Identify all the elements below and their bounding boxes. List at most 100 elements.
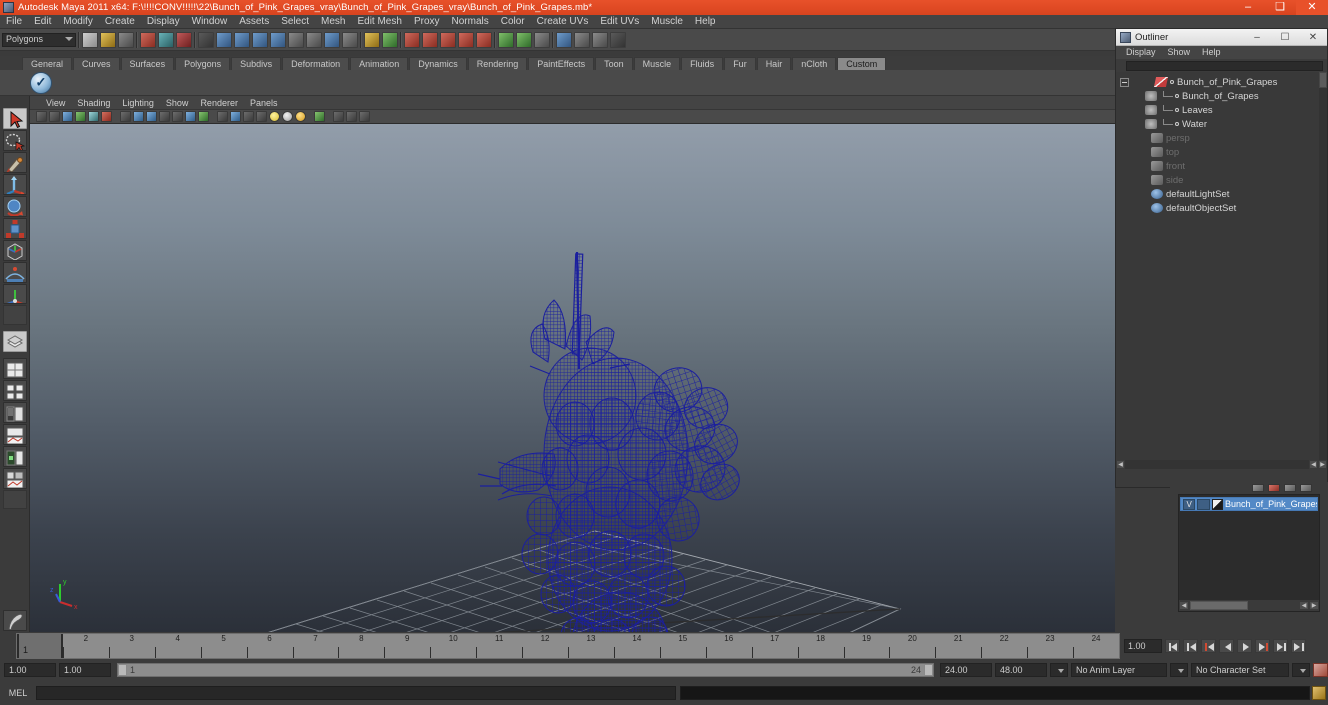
smooth-shade-selected-icon[interactable] (146, 111, 157, 122)
single-perspective-layout-button[interactable] (2, 357, 27, 379)
new-scene-icon[interactable] (82, 31, 98, 48)
maximize-button[interactable]: ❑ (1264, 0, 1296, 15)
outliner-menu-show[interactable]: Show (1162, 46, 1197, 59)
universal-manipulator-tool[interactable] (2, 239, 27, 261)
menu-item-window[interactable]: Window (186, 15, 234, 29)
shelf-tab-surfaces[interactable]: Surfaces (120, 57, 175, 70)
show-manipulator-tool[interactable] (2, 283, 27, 305)
range-right-handle[interactable] (924, 664, 933, 676)
shelf-tab-general[interactable]: General (22, 57, 73, 70)
menu-item-mesh[interactable]: Mesh (315, 15, 351, 29)
character-set-field[interactable]: No Character Set (1191, 663, 1289, 677)
two-d-pan-zoom-icon[interactable] (75, 111, 86, 122)
select-by-component-icon[interactable] (176, 31, 192, 48)
character-set-dropdown[interactable] (1292, 663, 1310, 677)
menu-item-assets[interactable]: Assets (233, 15, 275, 29)
shelf-tab-fur[interactable]: Fur (724, 57, 756, 70)
persp-graph-editor-layout-button[interactable] (2, 445, 27, 467)
minimize-button[interactable]: – (1232, 0, 1264, 15)
menu-item-edit[interactable]: Edit (28, 15, 57, 29)
shelf-tab-dynamics[interactable]: Dynamics (409, 57, 467, 70)
scroll-left-icon[interactable]: ◀ (1116, 460, 1125, 469)
layer-playback-toggle[interactable] (1197, 498, 1210, 510)
shelf-tab-deformation[interactable]: Deformation (282, 57, 350, 70)
menu-item-help[interactable]: Help (689, 15, 722, 29)
light-one-icon[interactable] (269, 111, 280, 122)
menu-item-create[interactable]: Create (99, 15, 141, 29)
menu-item-muscle[interactable]: Muscle (645, 15, 689, 29)
outliner-tree[interactable]: Bunch_of_Pink_Grapes Bunch_of_Grapes Lea… (1116, 72, 1327, 469)
shelf-tab-fluids[interactable]: Fluids (681, 57, 724, 70)
outliner-menu-help[interactable]: Help (1196, 46, 1227, 59)
shelf-tab-ncloth[interactable]: nCloth (792, 57, 837, 70)
command-line-language-label[interactable]: MEL (4, 688, 32, 698)
outliner-close-button[interactable]: ✕ (1299, 29, 1327, 46)
open-scene-icon[interactable] (100, 31, 116, 48)
textured-icon[interactable] (185, 111, 196, 122)
shelf-tab-subdivs[interactable]: Subdivs (231, 57, 282, 70)
render-settings-icon[interactable] (440, 31, 456, 48)
select-camera-icon[interactable] (36, 111, 47, 122)
image-plane-icon[interactable] (62, 111, 73, 122)
wireframe-icon[interactable] (120, 111, 131, 122)
output-connections-icon[interactable] (516, 31, 532, 48)
scroll-right-icon[interactable]: ◀ (1309, 460, 1318, 469)
snap-together-icon[interactable] (306, 31, 322, 48)
range-start-field[interactable]: 1.00 (4, 663, 56, 677)
outliner-scroll-thumb[interactable] (1319, 72, 1327, 88)
outliner-item-top[interactable]: top (1116, 145, 1327, 159)
layer-new-icon[interactable] (1252, 484, 1264, 492)
help-icon[interactable] (342, 31, 358, 48)
shelf-scroll-arrows[interactable] (2, 56, 20, 70)
light-two-icon[interactable] (282, 111, 293, 122)
isolate-select-icon[interactable] (346, 111, 357, 122)
step-back-keyframe-icon[interactable] (1183, 639, 1198, 653)
layer-color-swatch[interactable] (1211, 498, 1224, 510)
outliner-item-persp[interactable]: persp (1116, 131, 1327, 145)
viewport-menu-renderer[interactable]: Renderer (194, 96, 244, 110)
time-slider-grip[interactable] (0, 635, 16, 657)
shelf-tab-rendering[interactable]: Rendering (467, 57, 528, 70)
viewport-menu-show[interactable]: Show (160, 96, 195, 110)
current-time-field[interactable]: 1.00 (1124, 639, 1162, 653)
last-tool-used[interactable] (2, 330, 27, 352)
playback-end-field[interactable]: 24.00 (940, 663, 992, 677)
node-select-dot-icon[interactable] (1170, 80, 1174, 84)
play-backwards-icon[interactable] (1219, 639, 1234, 653)
outliner-maximize-button[interactable]: ☐ (1271, 29, 1299, 46)
node-select-dot-icon[interactable] (1175, 94, 1179, 98)
range-end-field[interactable]: 48.00 (995, 663, 1047, 677)
range-slider-track[interactable]: 1 24 (117, 663, 934, 677)
make-live-icon[interactable] (288, 31, 304, 48)
animation-preferences-icon[interactable] (1313, 663, 1328, 677)
layer-scroll-thumb[interactable] (1190, 601, 1248, 610)
shelf-tab-toon[interactable]: Toon (595, 57, 633, 70)
rotate-tool[interactable] (2, 195, 27, 217)
expand-collapse-icon[interactable] (1120, 77, 1129, 87)
hypershade-icon[interactable] (458, 31, 474, 48)
channel-box-toggle-icon[interactable] (592, 31, 608, 48)
outliner-item-front[interactable]: front (1116, 159, 1327, 173)
step-back-frame-icon[interactable] (1201, 639, 1216, 653)
saved-layout-slot[interactable] (2, 489, 27, 509)
layer-options-icon[interactable] (1284, 484, 1296, 492)
render-view-icon[interactable] (476, 31, 492, 48)
snap-to-point-icon[interactable] (252, 31, 268, 48)
outliner-persp-graph-layout-button[interactable] (2, 467, 27, 489)
input-connections-icon[interactable] (498, 31, 514, 48)
time-slider-track[interactable]: 123456789101112131415161718192021222324 … (16, 633, 1120, 659)
lock-icon[interactable] (364, 31, 380, 48)
menu-item-normals[interactable]: Normals (446, 15, 495, 29)
menu-item-display[interactable]: Display (141, 15, 186, 29)
camera-attributes-icon[interactable] (101, 111, 112, 122)
display-layer-list[interactable]: V Bunch_of_Pink_Grapes_la ◀ ◀ ▶ (1178, 494, 1320, 612)
ambient-occlusion-icon[interactable] (256, 111, 267, 122)
range-left-handle[interactable] (118, 664, 127, 676)
layer-visibility-toggle[interactable]: V (1183, 498, 1196, 510)
shelf-tab-curves[interactable]: Curves (73, 57, 120, 70)
scroll-right-icon-2[interactable]: ▶ (1318, 460, 1327, 469)
soft-modification-tool[interactable] (2, 261, 27, 283)
node-select-dot-icon[interactable] (1175, 108, 1179, 112)
outliner-item-default-object-set[interactable]: defaultObjectSet (1116, 201, 1327, 215)
lock-toggle-icon[interactable] (382, 31, 398, 48)
